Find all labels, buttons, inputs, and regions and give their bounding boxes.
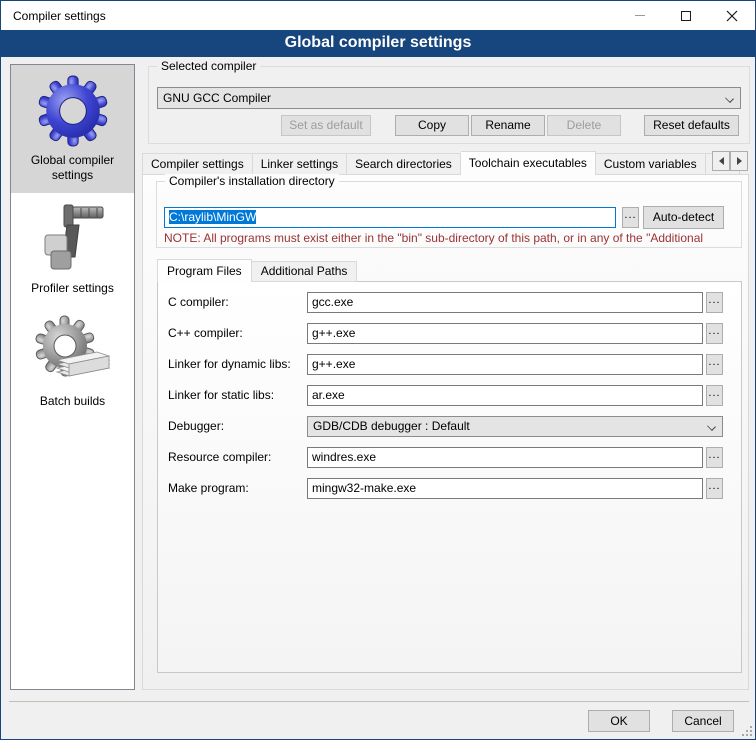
tab-scroll-left-button[interactable] (712, 151, 730, 171)
installation-directory-value: C:\raylib\MinGW (169, 210, 256, 224)
sidebar-item-label: Batch builds (11, 392, 134, 419)
chevron-down-icon (707, 422, 716, 431)
set-as-default-button[interactable]: Set as default (281, 115, 371, 136)
minimize-button[interactable] (617, 1, 663, 30)
tab-toolchain-executables[interactable]: Toolchain executables (461, 151, 596, 175)
sidebar-item-label: Global compiler settings (11, 151, 134, 193)
tab-custom-variables[interactable]: Custom variables (596, 153, 706, 175)
resource-compiler-label: Resource compiler: (168, 447, 271, 468)
tab-linker-settings[interactable]: Linker settings (253, 153, 347, 175)
installation-directory-group-label: Compiler's installation directory (165, 174, 339, 189)
footer-divider (9, 701, 749, 702)
tab-scroll-right-button[interactable] (730, 151, 748, 171)
delete-button[interactable]: Delete (547, 115, 621, 136)
debugger-label: Debugger: (168, 416, 224, 437)
c-compiler-label: C compiler: (168, 292, 229, 313)
gear-stack-icon (35, 315, 111, 389)
arrow-right-icon (737, 157, 742, 165)
maximize-button[interactable] (663, 1, 709, 30)
compiler-select-value: GNU GCC Compiler (163, 91, 271, 105)
auto-detect-button[interactable]: Auto-detect (643, 206, 724, 229)
sidebar-item-global-compiler-settings[interactable]: Global compiler settings (11, 65, 134, 193)
caliper-icon (37, 201, 109, 277)
resource-compiler-browse-button[interactable]: ... (706, 447, 723, 468)
settings-tab-strip: Compiler settings Linker settings Search… (142, 151, 740, 173)
make-program-label: Make program: (168, 478, 249, 499)
minimize-icon (635, 15, 645, 16)
linker-dynamic-input[interactable]: g++.exe (307, 354, 703, 375)
reset-defaults-button[interactable]: Reset defaults (644, 115, 739, 136)
cpp-compiler-label: C++ compiler: (168, 323, 243, 344)
make-program-value: mingw32-make.exe (312, 481, 416, 495)
linker-dynamic-browse-button[interactable]: ... (706, 354, 723, 375)
debugger-value: GDB/CDB debugger : Default (313, 419, 470, 433)
make-program-browse-button[interactable]: ... (706, 478, 723, 499)
c-compiler-browse-button[interactable]: ... (706, 292, 723, 313)
cancel-button[interactable]: Cancel (672, 710, 734, 732)
c-compiler-value: gcc.exe (312, 295, 353, 309)
cpp-compiler-input[interactable]: g++.exe (307, 323, 703, 344)
linker-static-browse-button[interactable]: ... (706, 385, 723, 406)
linker-dynamic-label: Linker for dynamic libs: (168, 354, 291, 375)
make-program-input[interactable]: mingw32-make.exe (307, 478, 703, 499)
copy-button[interactable]: Copy (395, 115, 469, 136)
maximize-icon (681, 11, 691, 21)
selected-compiler-group-label: Selected compiler (157, 59, 260, 74)
tab-program-files[interactable]: Program Files (157, 259, 252, 282)
c-compiler-input[interactable]: gcc.exe (307, 292, 703, 313)
title-bar[interactable]: Compiler settings (1, 1, 755, 30)
resize-grip-icon[interactable] (742, 726, 752, 736)
page-title: Global compiler settings (1, 30, 755, 57)
close-button[interactable] (709, 1, 755, 30)
linker-static-label: Linker for static libs: (168, 385, 274, 406)
ok-button[interactable]: OK (588, 710, 650, 732)
settings-category-list: Global compiler settings (10, 64, 135, 690)
tab-additional-paths[interactable]: Additional Paths (252, 261, 358, 282)
cpp-compiler-value: g++.exe (312, 326, 355, 340)
program-files-tab-strip: Program Files Additional Paths (157, 259, 357, 282)
linker-static-value: ar.exe (312, 388, 345, 402)
chevron-down-icon (725, 94, 734, 103)
cpp-compiler-browse-button[interactable]: ... (706, 323, 723, 344)
resource-compiler-value: windres.exe (312, 450, 376, 464)
close-icon (726, 10, 738, 22)
debugger-select[interactable]: GDB/CDB debugger : Default (307, 416, 723, 437)
program-files-panel: C compiler: gcc.exe ... C++ compiler: g+… (157, 281, 742, 673)
blue-gear-icon (36, 74, 110, 148)
rename-button[interactable]: Rename (471, 115, 545, 136)
tab-compiler-settings[interactable]: Compiler settings (142, 153, 253, 175)
installation-directory-input[interactable]: C:\raylib\MinGW (164, 207, 616, 228)
tab-search-directories[interactable]: Search directories (347, 153, 461, 175)
compiler-select[interactable]: GNU GCC Compiler (157, 87, 741, 109)
installation-note: NOTE: All programs must exist either in … (164, 231, 738, 245)
sidebar-item-profiler-settings[interactable]: Profiler settings (11, 193, 134, 306)
installation-directory-browse-button[interactable]: ... (622, 207, 639, 228)
sidebar-item-batch-builds[interactable]: Batch builds (11, 306, 134, 419)
linker-dynamic-value: g++.exe (312, 357, 355, 371)
linker-static-input[interactable]: ar.exe (307, 385, 703, 406)
sidebar-item-label: Profiler settings (11, 279, 134, 306)
arrow-left-icon (719, 157, 724, 165)
resource-compiler-input[interactable]: windres.exe (307, 447, 703, 468)
window-title: Compiler settings (13, 9, 106, 23)
compiler-settings-dialog: Compiler settings Global compiler settin… (0, 0, 756, 740)
